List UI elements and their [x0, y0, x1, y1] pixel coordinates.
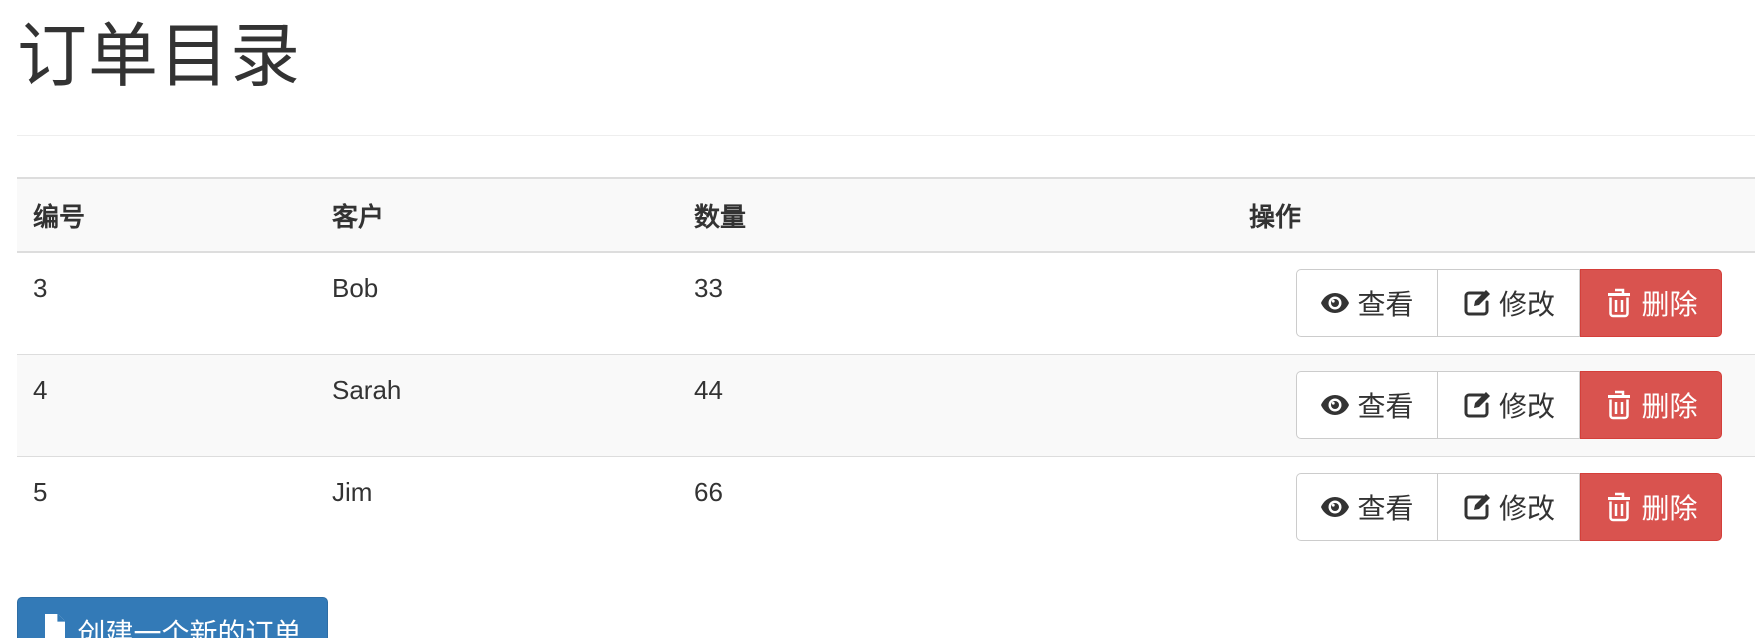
delete-button[interactable]: 删除 — [1580, 269, 1722, 337]
table-header-row: 编号 客户 数量 操作 — [17, 178, 1755, 252]
column-header-actions: 操作 — [1248, 201, 1301, 232]
edit-icon — [1462, 390, 1492, 420]
cell-quantity: 44 — [694, 374, 723, 405]
cell-id: 5 — [33, 476, 48, 507]
edit-button-label: 修改 — [1498, 288, 1555, 321]
delete-button-label: 删除 — [1641, 389, 1698, 423]
title-divider — [17, 135, 1755, 136]
trash-icon — [1604, 492, 1634, 522]
edit-icon — [1462, 288, 1492, 318]
view-button-label: 查看 — [1357, 288, 1414, 321]
orders-page: 订单目录 编号 客户 数量 操作 3 Bob 33 查看 修改 删除 4 Sar… — [0, 0, 1755, 638]
create-order-button[interactable]: 创建一个新的订单 — [17, 597, 328, 638]
eye-icon — [1320, 390, 1350, 420]
delete-button-label: 删除 — [1641, 288, 1698, 321]
column-header-customer: 客户 — [332, 201, 385, 232]
orders-table: 编号 客户 数量 操作 3 Bob 33 查看 修改 删除 4 Sarah 44… — [17, 177, 1755, 558]
edit-button[interactable]: 修改 — [1438, 269, 1580, 337]
cell-quantity: 66 — [694, 476, 723, 507]
edit-icon — [1462, 492, 1492, 522]
table-header: 编号 客户 数量 操作 — [17, 178, 1755, 252]
table-row: 4 Sarah 44 查看 修改 删除 — [17, 354, 1755, 456]
table-row: 5 Jim 66 查看 修改 删除 — [17, 456, 1755, 558]
trash-icon — [1604, 288, 1634, 318]
cell-actions: 查看 修改 删除 — [965, 456, 1755, 558]
cell-customer: Sarah — [332, 374, 402, 405]
table-row: 3 Bob 33 查看 修改 删除 — [17, 252, 1755, 354]
page-title: 订单目录 — [17, 17, 301, 95]
cell-id: 4 — [33, 374, 48, 405]
column-header-quantity: 数量 — [694, 201, 747, 232]
eye-icon — [1320, 492, 1350, 522]
view-button[interactable]: 查看 — [1296, 269, 1438, 337]
eye-icon — [1320, 288, 1350, 318]
cell-id: 3 — [33, 273, 48, 303]
row-action-group: 查看 修改 删除 — [1296, 269, 1722, 337]
delete-button-label: 删除 — [1641, 491, 1698, 525]
cell-actions: 查看 修改 删除 — [965, 354, 1755, 456]
delete-button[interactable]: 删除 — [1580, 472, 1722, 541]
view-button-label: 查看 — [1357, 389, 1414, 423]
edit-button-label: 修改 — [1498, 491, 1555, 525]
trash-icon — [1604, 390, 1634, 420]
edit-button[interactable]: 修改 — [1438, 472, 1580, 541]
table-body: 3 Bob 33 查看 修改 删除 4 Sarah 44 查看 修改 删除 5 … — [17, 252, 1755, 558]
edit-button-label: 修改 — [1498, 389, 1555, 423]
view-button-label: 查看 — [1357, 491, 1414, 525]
create-order-label: 创建一个新的订单 — [77, 617, 302, 638]
column-header-id: 编号 — [33, 201, 86, 232]
cell-quantity: 33 — [694, 273, 723, 303]
row-action-group: 查看 修改 删除 — [1296, 370, 1722, 439]
view-button[interactable]: 查看 — [1296, 370, 1438, 439]
cell-actions: 查看 修改 删除 — [965, 252, 1755, 354]
cell-customer: Jim — [332, 476, 373, 507]
view-button[interactable]: 查看 — [1296, 472, 1438, 541]
file-icon — [43, 612, 69, 638]
delete-button[interactable]: 删除 — [1580, 370, 1722, 439]
cell-customer: Bob — [332, 273, 379, 303]
edit-button[interactable]: 修改 — [1438, 370, 1580, 439]
row-action-group: 查看 修改 删除 — [1296, 472, 1722, 541]
